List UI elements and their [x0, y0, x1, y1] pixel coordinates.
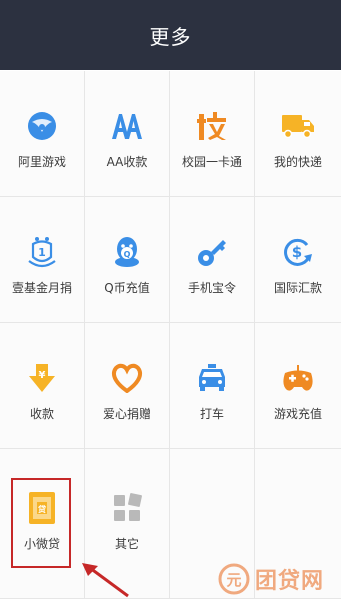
phone-token-icon	[195, 235, 229, 269]
taxi-icon	[195, 361, 229, 395]
grid-item-label: 国际汇款	[273, 281, 322, 295]
svg-text:1: 1	[38, 246, 46, 259]
grid-item-label: 壹基金月捐	[11, 281, 72, 295]
grid-item-label: 校园一卡通	[181, 155, 242, 169]
other-apps-icon	[110, 491, 144, 525]
grid-item-label: 收款	[29, 407, 54, 421]
grid-item-game-recharge[interactable]: 游戏充值	[255, 323, 341, 449]
watermark: 元 团贷网	[218, 563, 324, 595]
grid-item-campus-card[interactable]: 校园一卡通	[170, 71, 255, 197]
grid-item-one-foundation[interactable]: 1 壹基金月捐	[0, 197, 85, 323]
ali-games-icon	[25, 109, 59, 143]
grid-item-ali-games[interactable]: 阿里游戏	[0, 71, 85, 197]
grid-item-label: AA收款	[106, 155, 148, 169]
grid-item-label: 我的快递	[273, 155, 322, 169]
grid-item-label: 爱心捐赠	[102, 407, 151, 421]
arrow-annotation-icon	[82, 563, 129, 598]
grid-item-label: 打车	[199, 407, 224, 421]
grid-item-express-delivery[interactable]: 我的快递	[255, 71, 341, 197]
page-title: 更多	[149, 24, 192, 49]
svg-text:$: $	[292, 243, 302, 261]
svg-text:Q: Q	[124, 250, 131, 259]
svg-text:¥: ¥	[39, 370, 46, 381]
campus-card-icon	[195, 109, 229, 143]
game-recharge-icon	[281, 361, 315, 395]
grid-item-label: 游戏充值	[273, 407, 322, 421]
grid-item-label: Q币充值	[104, 281, 150, 295]
grid-item-taxi[interactable]: 打车	[170, 323, 255, 449]
grid-item-qq-coin[interactable]: Q Q币充值	[85, 197, 170, 323]
grid-item-label: 阿里游戏	[17, 155, 66, 169]
grid-item-label: 手机宝令	[187, 281, 236, 295]
grid-item-international-remittance[interactable]: $ 国际汇款	[255, 197, 341, 323]
highlight-box	[11, 478, 71, 568]
svg-text:元: 元	[226, 571, 241, 589]
collect-money-icon: ¥	[25, 361, 59, 395]
express-delivery-icon	[281, 109, 315, 143]
page-header: 更多	[0, 0, 341, 70]
one-foundation-icon: 1	[25, 235, 59, 269]
watermark-text: 团贷网	[255, 569, 325, 594]
watermark-logo-icon: 元	[218, 563, 250, 595]
aa-collection-icon	[110, 109, 144, 143]
charity-donation-icon	[110, 361, 144, 395]
grid-item-collect-money[interactable]: ¥ 收款	[0, 323, 85, 449]
grid-item-phone-token[interactable]: 手机宝令	[170, 197, 255, 323]
grid-item-label: 其它	[114, 537, 139, 551]
grid-item-aa-collection[interactable]: AA收款	[85, 71, 170, 197]
qq-coin-icon: Q	[110, 235, 144, 269]
international-remittance-icon: $	[281, 235, 315, 269]
grid-item-charity-donation[interactable]: 爱心捐赠	[85, 323, 170, 449]
